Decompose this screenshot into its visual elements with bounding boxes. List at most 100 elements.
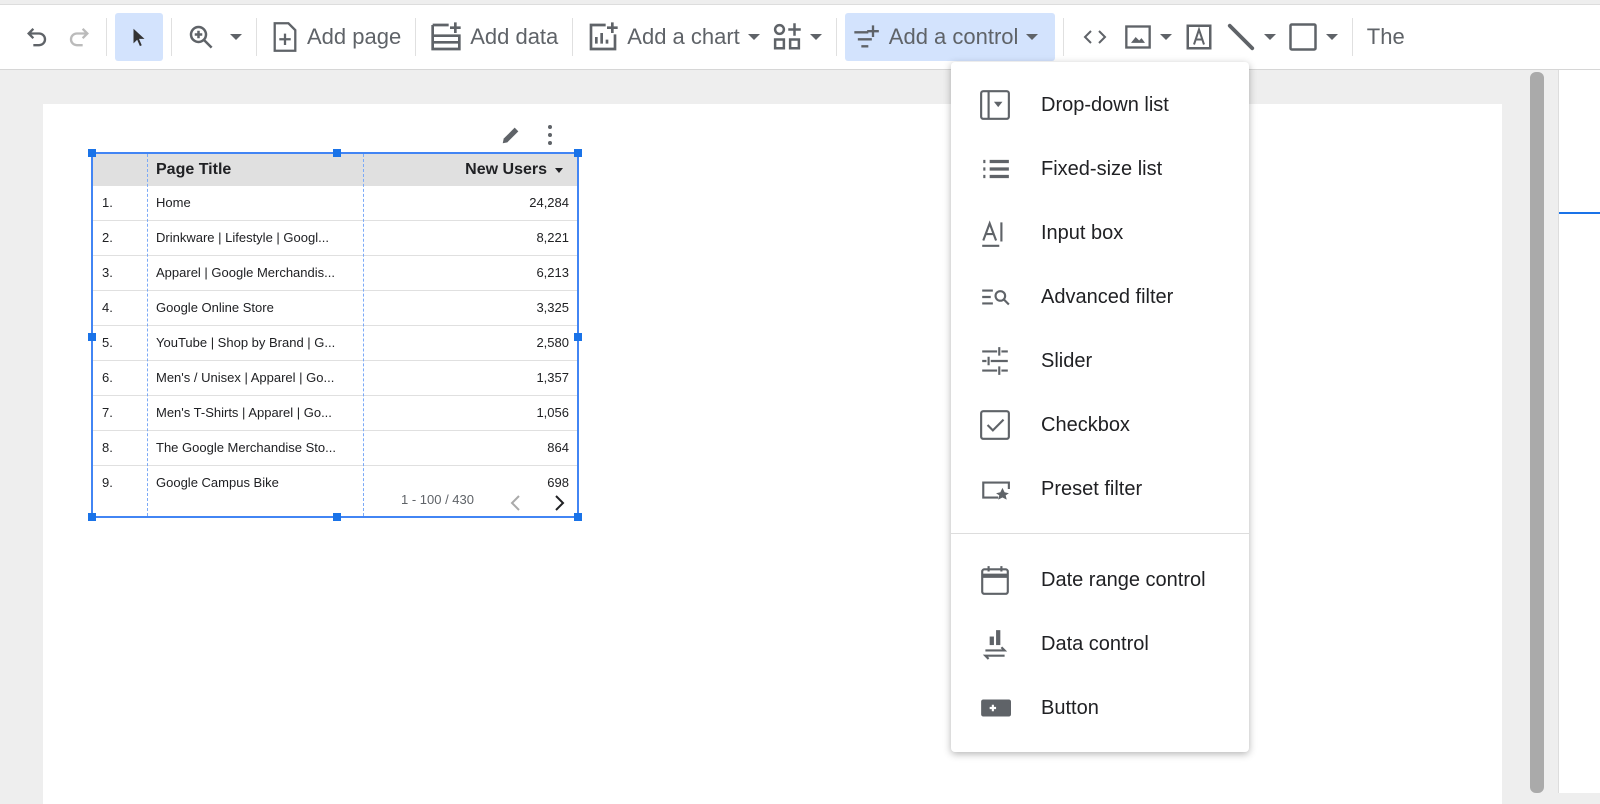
chevron-down-icon [1026,34,1039,40]
add-chart-icon [589,22,618,51]
undo-button[interactable] [18,13,58,61]
add-control-menu: Drop-down list Fixed-size list Input box Ad… [951,62,1249,752]
calendar-icon [981,566,1009,595]
menu-item-label: Drop-down list [1041,93,1169,116]
row-number: 9. [102,475,113,490]
page-title-cell: Google Campus Bike [156,475,279,490]
code-icon [1083,30,1107,44]
menu-item-label: Date range control [1041,568,1206,591]
row-number: 1. [102,195,113,210]
table-row[interactable]: 2. Drinkware | Lifestyle | Googl... 8,221 [93,221,577,256]
menu-item-button[interactable]: Button [951,680,1249,736]
page-title-cell: Apparel | Google Merchandis... [156,265,335,280]
new-users-cell: 864 [547,440,569,455]
menu-item-checkbox[interactable]: Checkbox [951,397,1249,453]
add-page-button[interactable]: Add page [265,13,407,61]
community-components-button[interactable] [766,13,828,61]
pagination-label: 1 - 100 / 430 [401,492,474,507]
checkbox-icon [980,410,1010,440]
cursor-icon [133,28,145,47]
zoom-button[interactable] [180,13,248,61]
row-number: 5. [102,335,113,350]
theme-label: The [1366,24,1405,49]
select-button[interactable] [115,13,163,61]
preset-filter-icon [982,481,1010,500]
more-vert-icon[interactable] [540,124,560,146]
menu-item-label: Data control [1041,632,1149,655]
table-row[interactable]: 5. YouTube | Shop by Brand | G... 2,580 [93,326,577,361]
table-row[interactable]: 8. The Google Merchandise Sto... 864 [93,431,577,466]
menu-item-preset-filter[interactable]: Preset filter [951,461,1249,517]
add-control-icon [854,25,879,48]
chevron-down-icon [747,34,760,40]
new-users-cell: 3,325 [536,300,569,315]
sort-desc-icon[interactable] [555,168,563,173]
theme-button[interactable]: The [1361,13,1411,61]
chevron-right-icon[interactable] [552,494,566,512]
zoom-in-icon [189,25,213,49]
add-page-label: Add page [307,24,402,49]
row-number: 7. [102,405,113,420]
page-title-cell: Men's T-Shirts | Apparel | Go... [156,405,332,420]
table-row[interactable]: 1. Home 24,284 [93,186,577,221]
row-number: 4. [102,300,113,315]
menu-item-data-control[interactable]: Data control [951,616,1249,672]
add-chart-button[interactable]: Add a chart [581,13,766,61]
menu-item-label: Checkbox [1041,413,1130,436]
add-page-icon [273,22,297,52]
menu-item-advanced-filter[interactable]: Advanced filter [951,269,1249,325]
column-header-page-title[interactable]: Page Title [156,154,231,186]
table-row[interactable]: 3. Apparel | Google Merchandis... 6,213 [93,256,577,291]
new-users-cell: 1,056 [536,405,569,420]
menu-item-label: Preset filter [1041,477,1143,500]
toolbar: Add page Add data Add a chart Add a cont… [0,4,1600,70]
shape-button[interactable] [1282,13,1344,61]
menu-item-input-box[interactable]: Input box [951,205,1249,261]
page-title-cell: Men's / Unisex | Apparel | Go... [156,370,335,385]
new-users-cell: 8,221 [536,230,569,245]
add-data-button[interactable]: Add data [424,13,564,61]
list-icon [983,159,1009,179]
chevron-down-icon [1325,34,1338,40]
table-header: Page Title New Users [93,154,577,186]
menu-item-drop-down-list[interactable]: Drop-down list [951,77,1249,133]
new-users-cell: 6,213 [536,265,569,280]
properties-panel [1558,70,1600,793]
new-users-cell: 1,357 [536,370,569,385]
menu-item-fixed-size-list[interactable]: Fixed-size list [951,141,1249,197]
text-box-icon [1186,24,1212,50]
table-row[interactable]: 6. Men's / Unisex | Apparel | Go... 1,357 [93,361,577,396]
edit-icon[interactable] [500,124,522,146]
table-row[interactable]: 7. Men's T-Shirts | Apparel | Go... 1,056 [93,396,577,431]
embed-url-button[interactable] [1072,13,1118,61]
table-row[interactable]: 4. Google Online Store 3,325 [93,291,577,326]
new-users-cell: 698 [547,475,569,490]
row-number: 8. [102,440,113,455]
chevron-down-icon [230,34,242,40]
menu-item-date-range-control[interactable]: Date range control [951,552,1249,608]
table-row[interactable]: 9. Google Campus Bike 698 [93,466,577,494]
text-button[interactable] [1178,13,1220,61]
vertical-scrollbar[interactable] [1530,72,1544,793]
redo-button[interactable] [58,13,98,61]
dropdown-list-icon [980,90,1010,120]
column-header-new-users[interactable]: New Users [465,154,547,186]
menu-item-label: Advanced filter [1041,285,1174,308]
redo-icon [69,28,89,47]
row-number: 2. [102,230,113,245]
menu-divider [951,533,1249,534]
line-button[interactable] [1220,13,1282,61]
chevron-left-icon[interactable] [509,494,523,512]
add-control-button[interactable]: Add a control [844,13,1055,61]
image-button[interactable] [1118,13,1178,61]
add-control-label: Add a control [888,24,1019,49]
new-users-cell: 24,284 [529,195,569,210]
input-box-icon [982,220,1003,247]
advanced-filter-icon [982,289,1010,306]
menu-item-slider[interactable]: Slider [951,333,1249,389]
add-data-icon [431,22,461,51]
row-number: 3. [102,265,113,280]
menu-item-label: Slider [1041,349,1093,372]
menu-item-label: Button [1041,696,1099,719]
data-table[interactable]: Page Title New Users 1. Home 24,284 2. Drink… [88,149,582,521]
